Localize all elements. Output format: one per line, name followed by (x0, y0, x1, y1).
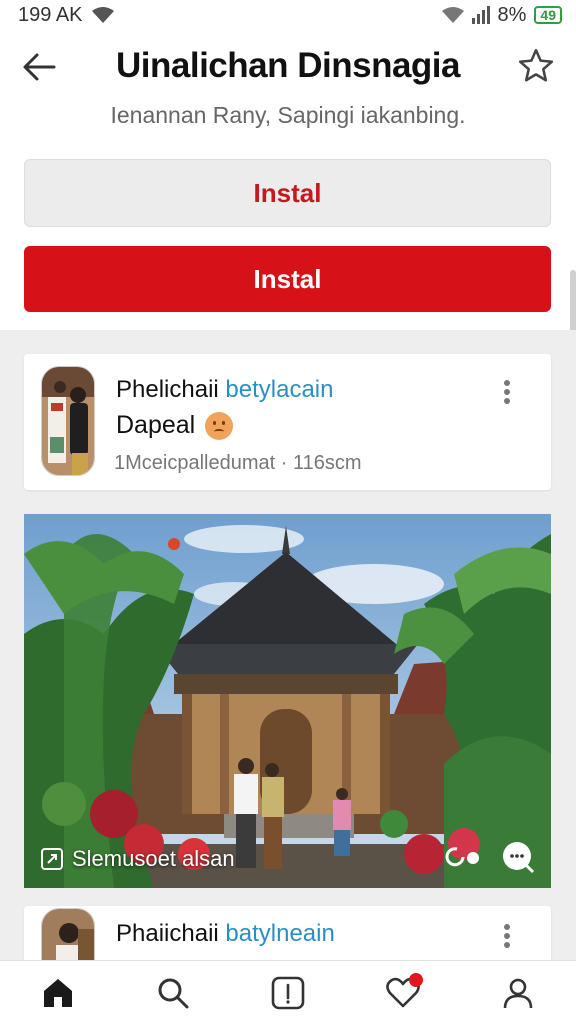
app-header: Uinalichan Dinsnagia (0, 38, 576, 94)
post-body: Dapeal (116, 411, 196, 439)
nav-info[interactable] (258, 963, 318, 1023)
back-button[interactable] (18, 46, 60, 88)
info-icon (271, 976, 305, 1009)
post-text: Dapeal (116, 411, 234, 440)
dot (504, 380, 510, 386)
profile-icon (504, 978, 533, 1008)
dot (504, 942, 510, 948)
notification-badge (409, 972, 424, 987)
cell-signal-icon (471, 6, 490, 24)
dot (504, 398, 510, 404)
battery-level: 49 (540, 7, 556, 23)
page-title: Uinalichan Dinsnagia (116, 46, 460, 85)
post-meta: 1Mceicpalledumat · 116scm (114, 452, 362, 474)
install-button-secondary[interactable]: Instal (24, 159, 551, 227)
author-handle[interactable]: betylacain (225, 376, 333, 403)
post-author[interactable]: Phaiichaii batylneain (116, 920, 335, 948)
install-button-primary[interactable]: Instal (24, 246, 551, 312)
post-author[interactable]: Phelichaii betylacain (116, 376, 333, 404)
favorite-button[interactable] (514, 44, 558, 88)
more-options-button[interactable] (499, 378, 515, 406)
expand-icon (41, 848, 63, 870)
status-time: 199 AK (18, 3, 83, 26)
search-icon (158, 978, 189, 1008)
photo-caption-text: Slemusoet alsan (72, 846, 235, 871)
status-left: 199 AK (18, 4, 115, 27)
wifi-signal-icon (441, 7, 464, 23)
nav-home[interactable] (28, 963, 88, 1023)
post-card[interactable]: Phelichaii betylacain Dapeal 1Mceicpalle… (24, 354, 551, 490)
nav-likes[interactable] (373, 963, 433, 1023)
battery-icon: 49 (534, 6, 562, 24)
comment-icon[interactable] (501, 840, 535, 874)
status-right: 8% 49 (441, 3, 562, 27)
author-handle[interactable]: batylneain (225, 920, 334, 947)
dot (504, 389, 510, 395)
avatar[interactable] (41, 366, 95, 476)
more-options-button[interactable] (499, 922, 515, 950)
status-bar: 199 AK 8% 49 (0, 0, 576, 30)
photo-actions (443, 840, 535, 874)
dot (504, 924, 510, 930)
back-arrow-icon (23, 53, 56, 81)
home-icon (43, 978, 72, 1007)
wifi-icon (91, 7, 114, 23)
photo-caption[interactable]: Slemusoet alsan (40, 846, 235, 872)
dot (504, 933, 510, 939)
sad-face-emoji-icon (205, 411, 234, 440)
author-name: Phelichaii (116, 376, 219, 403)
avatar-image (42, 367, 94, 475)
refresh-icon[interactable] (443, 845, 481, 869)
star-icon (518, 48, 554, 82)
nav-search[interactable] (143, 963, 203, 1023)
battery-prefix: 8% (497, 3, 527, 26)
post-photo[interactable]: Slemusoet alsan (24, 514, 551, 888)
author-name: Phaiichaii (116, 920, 219, 947)
nav-profile[interactable] (488, 963, 548, 1023)
page-subtitle: Ienannan Rany, Sapingi iakanbing. (110, 102, 466, 128)
temple-garden-photo (24, 514, 551, 888)
bottom-nav (0, 960, 576, 1024)
